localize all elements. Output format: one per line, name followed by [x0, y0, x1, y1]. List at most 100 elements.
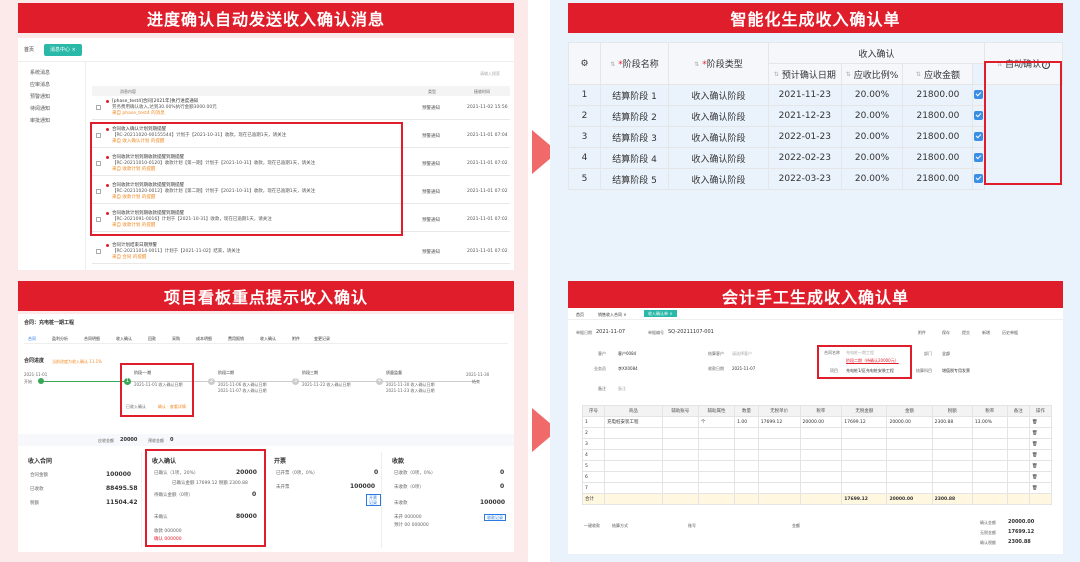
auto-confirm-checkbox[interactable] — [974, 90, 984, 99]
stage-2[interactable]: 2 阶段二期 2021-11-06 收入确认日期 2021-11-07 收入确认… — [208, 366, 278, 406]
list-item[interactable]: [phase_test4]合同[2021年]执行进度通知 劳务费用确认收入,达到3… — [92, 96, 510, 120]
tab-home[interactable]: 首页 — [576, 312, 584, 317]
stage-3[interactable]: 3 阶段三期 2021-11-22 收入确认日期 — [292, 366, 362, 406]
cell[interactable]: 17699.12 — [841, 416, 888, 428]
auto-confirm-checkbox[interactable] — [974, 132, 984, 141]
cell[interactable] — [1006, 416, 1030, 428]
cell[interactable]: 13.00% — [971, 416, 1008, 428]
new-button[interactable]: 新增 — [982, 330, 990, 335]
tab[interactable]: 变更记录 — [314, 336, 330, 341]
date-value[interactable]: 2021-11-07 — [596, 329, 625, 335]
attach-button[interactable]: 附件 — [918, 330, 926, 335]
sidebar-item[interactable]: 系统消息 — [30, 70, 50, 76]
cell-name[interactable]: 结算阶段 2 — [600, 105, 669, 127]
cell-type[interactable]: 收入确认阶段 — [668, 147, 769, 169]
sidebar-item[interactable]: 审批通知 — [30, 118, 50, 124]
customer-field[interactable]: 客户0084 — [618, 351, 636, 356]
invoice-record-button[interactable]: 开票记录 — [366, 494, 381, 506]
delete-icon[interactable]: 🗑 — [1028, 460, 1053, 472]
cell-type[interactable]: 收入确认阶段 — [668, 126, 769, 148]
receive-date-field[interactable]: 2021-11-07 — [732, 366, 755, 371]
table-row[interactable]: 1 充电桩安装工程 个 1.00 17699.12 20000.00 17699… — [581, 416, 1053, 428]
table-row[interactable]: 3 🗑 — [581, 438, 1053, 450]
auto-confirm-checkbox[interactable] — [974, 111, 984, 120]
settle-method-field[interactable]: 结算方式 — [612, 523, 628, 528]
cell[interactable]: 1.00 — [734, 416, 759, 428]
sidebar-item[interactable]: 预警通知 — [30, 94, 50, 100]
delete-icon[interactable]: 🗑 — [1028, 427, 1053, 439]
tab[interactable]: 收入确认 — [116, 336, 132, 341]
table-row[interactable]: 5 🗑 — [581, 460, 1053, 472]
tab[interactable]: 合同 — [28, 336, 36, 341]
tab-sales-contract[interactable]: 销售收入合同 × — [598, 312, 627, 317]
cell-type[interactable]: 收入确认阶段 — [668, 105, 769, 127]
dept-field[interactable]: 全部 — [942, 351, 950, 356]
tab-income-confirm[interactable]: 收入确认单 × — [644, 310, 677, 317]
row-checkbox[interactable] — [96, 105, 101, 110]
th-stage-type[interactable]: ⇅ *阶段类型 — [668, 42, 769, 85]
cell-name[interactable]: 结算阶段 1 — [600, 84, 669, 106]
settle-customer-field[interactable]: 请选择客户 — [732, 351, 752, 356]
cell-amt[interactable]: 21800.00 — [902, 168, 974, 190]
cell-date[interactable]: 2022-03-23 — [768, 168, 842, 190]
cell-date[interactable]: 2021-12-23 — [768, 105, 842, 127]
account-field[interactable]: 增值税专用发票 — [942, 368, 970, 373]
tab[interactable]: 费用报销 — [228, 336, 244, 341]
auto-confirm-checkbox[interactable] — [974, 174, 984, 183]
delete-icon[interactable]: 🗑 — [1028, 438, 1053, 450]
nav-home[interactable]: 首页 — [24, 47, 34, 53]
tab[interactable]: 附件 — [292, 336, 300, 341]
list-item[interactable]: 合同计划结束日期预警 【RC-20211014-0011】计划于【2021-11-… — [92, 240, 510, 264]
stage-4[interactable]: 4 质量监督 2021-11-30 收入确认日期 2021-11-23 收入确认… — [376, 366, 456, 406]
cell-pct[interactable]: 20.00% — [840, 168, 904, 190]
settings-gear-icon[interactable]: ⚙ — [568, 42, 601, 85]
cell[interactable] — [661, 416, 699, 428]
cell-name[interactable]: 结算阶段 5 — [600, 168, 669, 190]
table-row[interactable]: 2 🗑 — [581, 427, 1053, 439]
cell-date[interactable]: 2022-01-23 — [768, 126, 842, 148]
cell[interactable]: 17699.12 — [757, 416, 801, 428]
table-row[interactable]: 7 🗑 — [581, 482, 1053, 494]
th-receivable-pct[interactable]: ⇅ 应收比例% — [840, 63, 904, 85]
cell-pct[interactable]: 20.00% — [840, 147, 904, 169]
history-button[interactable]: 历史单据 — [1002, 330, 1018, 335]
submit-button[interactable]: 提交 — [962, 330, 970, 335]
remark-field[interactable]: 备注 — [618, 386, 626, 391]
row-checkbox[interactable] — [96, 249, 101, 254]
nav-message-center[interactable]: 消息中心 × — [44, 44, 82, 56]
search-input[interactable]: 请输入搜索 — [480, 71, 500, 76]
auto-confirm-checkbox[interactable] — [974, 153, 984, 162]
cell-name[interactable]: 结算阶段 3 — [600, 126, 669, 148]
sidebar-item[interactable]: 待阅通知 — [30, 106, 50, 112]
tab[interactable]: 采购 — [172, 336, 180, 341]
cell[interactable]: 充电桩安装工程 — [604, 416, 663, 428]
table-row[interactable]: 6 🗑 — [581, 471, 1053, 483]
one-click-receive-checkbox[interactable]: 一键收款 — [584, 523, 600, 528]
th-stage-name[interactable]: ⇅ *阶段名称 — [600, 42, 669, 85]
cell[interactable]: 20000.00 — [799, 416, 843, 428]
amount-field[interactable]: 金额 — [792, 523, 800, 528]
th-expected-date[interactable]: ⇅ 预计确认日期 — [768, 63, 842, 85]
cell-name[interactable]: 结算阶段 4 — [600, 147, 669, 169]
receive-record-button[interactable]: 收款记录 — [484, 514, 506, 521]
cell-amt[interactable]: 21800.00 — [902, 84, 974, 106]
sidebar-item[interactable]: 应审消息 — [30, 82, 50, 88]
delete-icon[interactable]: 🗑 — [1028, 482, 1053, 494]
cell-date[interactable]: 2021-11-23 — [768, 84, 842, 106]
cell-amt[interactable]: 21800.00 — [902, 147, 974, 169]
tab[interactable]: 收入确认 — [260, 336, 276, 341]
th-receivable-amt[interactable]: ⇅ 应收金额 — [902, 63, 974, 85]
cell-pct[interactable]: 20.00% — [840, 126, 904, 148]
delete-icon[interactable]: 🗑 — [1028, 416, 1053, 428]
cell-pct[interactable]: 20.00% — [840, 105, 904, 127]
delete-icon[interactable]: 🗑 — [1028, 471, 1053, 483]
table-row[interactable]: 4 🗑 — [581, 449, 1053, 461]
tab[interactable]: 成本明细 — [196, 336, 212, 341]
cell-amt[interactable]: 21800.00 — [902, 105, 974, 127]
cell[interactable]: 2300.88 — [931, 416, 973, 428]
account-no-field[interactable]: 账号 — [688, 523, 696, 528]
cell-amt[interactable]: 21800.00 — [902, 126, 974, 148]
cell-type[interactable]: 收入确认阶段 — [668, 168, 769, 190]
delete-icon[interactable]: 🗑 — [1028, 449, 1053, 461]
cell-type[interactable]: 收入确认阶段 — [668, 84, 769, 106]
